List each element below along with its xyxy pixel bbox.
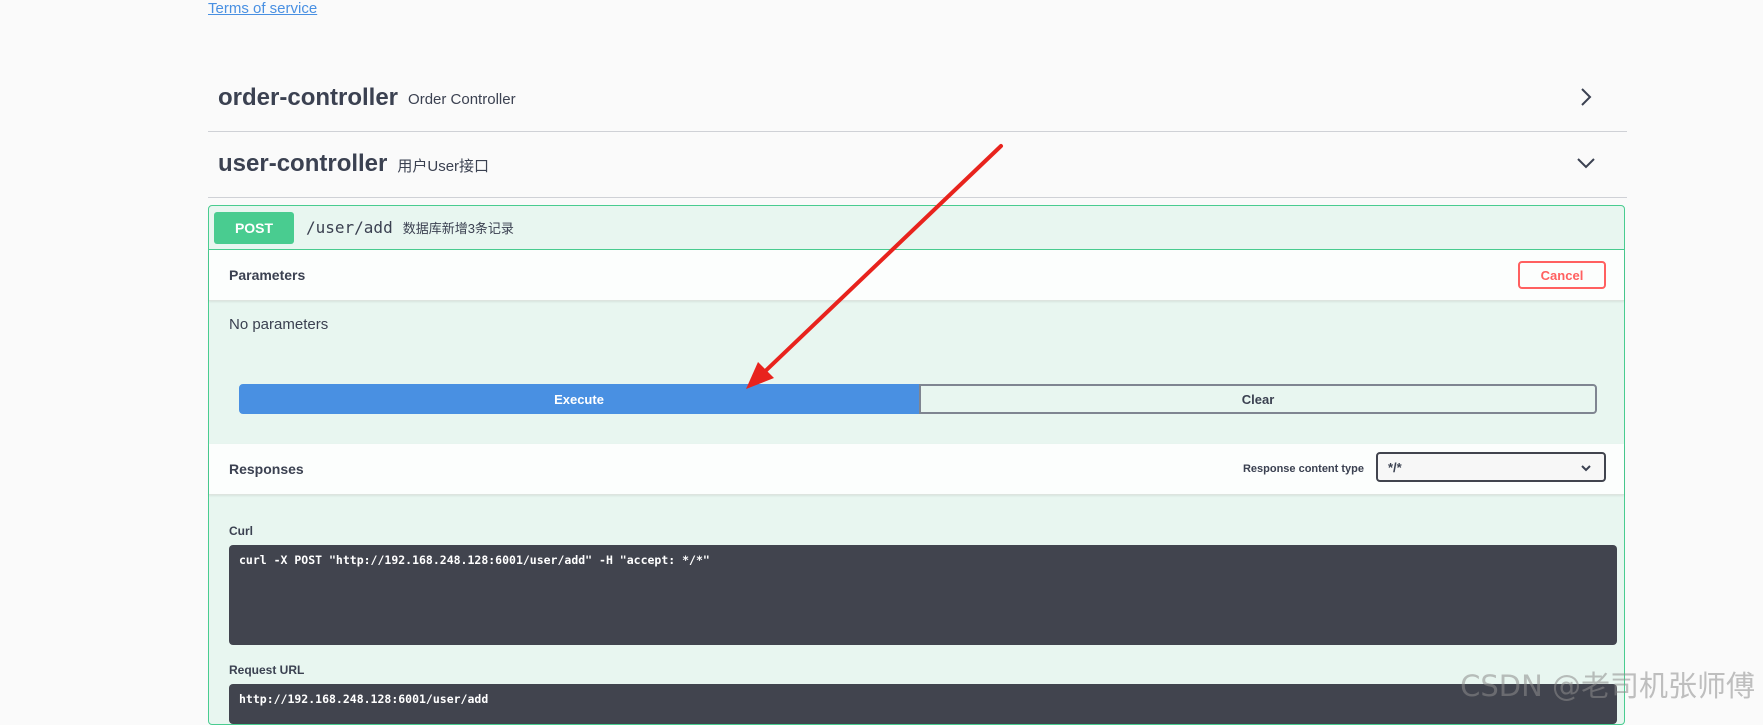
opblock-post-user-add: POST /user/add 数据库新增3条记录 Parameters Canc… bbox=[208, 205, 1625, 725]
chevron-down-icon[interactable] bbox=[1575, 152, 1597, 174]
chevron-down-icon bbox=[1581, 465, 1591, 472]
no-parameters-text: No parameters bbox=[229, 316, 329, 333]
responses-header: Responses Response content type */* bbox=[209, 444, 1624, 495]
method-badge-post: POST bbox=[214, 211, 294, 244]
operation-path: /user/add bbox=[306, 218, 393, 237]
csdn-watermark: CSDN @老司机张师傅 bbox=[1460, 669, 1755, 703]
operation-summary: 数据库新增3条记录 bbox=[402, 221, 514, 236]
response-content-type-value: */* bbox=[1388, 459, 1402, 475]
opblock-summary[interactable]: POST /user/add 数据库新增3条记录 bbox=[209, 206, 1624, 250]
curl-label: Curl bbox=[229, 524, 253, 538]
request-url-block[interactable]: http://192.168.248.128:6001/user/add bbox=[229, 684, 1617, 724]
tag-order-controller[interactable]: order-controller Order Controller bbox=[208, 64, 1627, 132]
parameters-header: Parameters Cancel bbox=[209, 250, 1624, 301]
curl-command: curl -X POST "http://192.168.248.128:600… bbox=[239, 553, 710, 567]
request-url-label: Request URL bbox=[229, 663, 305, 677]
tag-description: Order Controller bbox=[408, 90, 516, 108]
parameters-title: Parameters bbox=[229, 267, 306, 283]
tag-user-controller[interactable]: user-controller 用户User接口 bbox=[208, 130, 1627, 198]
cancel-button[interactable]: Cancel bbox=[1518, 261, 1606, 289]
response-content-type-select[interactable]: */* bbox=[1376, 452, 1606, 482]
request-url: http://192.168.248.128:6001/user/add bbox=[239, 692, 489, 706]
execute-button[interactable]: Execute bbox=[239, 384, 919, 414]
clear-button[interactable]: Clear bbox=[919, 384, 1597, 414]
tag-description: 用户User接口 bbox=[397, 157, 490, 175]
chevron-right-icon[interactable] bbox=[1575, 86, 1597, 108]
curl-code-block[interactable]: curl -X POST "http://192.168.248.128:600… bbox=[229, 545, 1617, 645]
tag-name: user-controller bbox=[218, 149, 388, 177]
response-content-type-label: Response content type bbox=[1242, 463, 1364, 475]
responses-title: Responses bbox=[229, 461, 304, 477]
execute-wrapper: Execute Clear bbox=[239, 384, 1597, 414]
tag-name: order-controller bbox=[218, 83, 399, 111]
terms-of-service-link[interactable]: Terms of service bbox=[208, 0, 317, 17]
